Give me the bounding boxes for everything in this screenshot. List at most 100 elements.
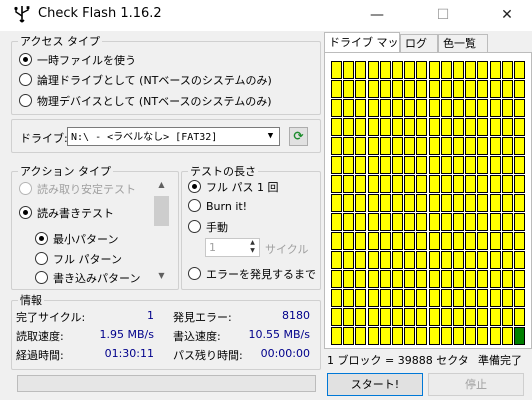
- drive-map-block: [514, 175, 525, 193]
- access-option-label: 物理デバイスとして (NTベースのシステムのみ): [37, 95, 272, 108]
- radio-indicator[interactable]: [19, 206, 32, 219]
- drive-map-block: [465, 61, 476, 79]
- access-option-temp-file[interactable]: 一時ファイルを使う: [19, 52, 136, 68]
- usb-icon: [14, 6, 30, 23]
- drive-map-block: [502, 118, 513, 136]
- drive-map-block: [502, 251, 513, 269]
- drive-map-block: [355, 327, 366, 345]
- drive-map-block: [453, 251, 464, 269]
- length-full-pass[interactable]: フル パス 1 回: [188, 179, 279, 195]
- drive-map-block: [404, 232, 415, 250]
- drive-map-block: [429, 61, 440, 79]
- radio-indicator[interactable]: [188, 267, 201, 280]
- radio-indicator[interactable]: [35, 232, 48, 245]
- chevron-down-icon[interactable]: ▼: [262, 128, 279, 145]
- action-read-stability[interactable]: 読み取り安定テスト: [19, 181, 136, 197]
- drive-map-block: [477, 156, 488, 174]
- access-option-label: 一時ファイルを使う: [37, 54, 136, 67]
- drive-map-block: [490, 99, 501, 117]
- drive-map-block: [502, 61, 513, 79]
- drive-map-block: [502, 99, 513, 117]
- drive-map-block: [477, 251, 488, 269]
- drive-map-block: [331, 137, 342, 155]
- minimize-button[interactable]: —: [354, 0, 400, 31]
- start-button[interactable]: スタート!: [327, 373, 423, 396]
- drive-select[interactable]: N:\ - <ラベルなし> [FAT32] ▼: [67, 127, 280, 146]
- block-size-text: 1 ブロック = 39888 セクタ: [327, 354, 469, 367]
- drive-map-block: [429, 251, 440, 269]
- radio-indicator[interactable]: [19, 94, 32, 107]
- drive-map-block: [380, 80, 391, 98]
- drive-map-block: [392, 118, 403, 136]
- radio-indicator[interactable]: [19, 182, 32, 195]
- radio-indicator[interactable]: [188, 199, 201, 212]
- drive-map-block: [355, 308, 366, 326]
- drive-map-block: [380, 213, 391, 231]
- drive-map-block: [429, 99, 440, 117]
- drive-map-block: [514, 80, 525, 98]
- drive-map-block: [331, 175, 342, 193]
- drive-map-block: [416, 118, 427, 136]
- drive-map-block: [429, 232, 440, 250]
- radio-indicator[interactable]: [35, 271, 48, 284]
- tab-color-list[interactable]: 色一覧: [438, 34, 488, 52]
- title-bar: Check Flash 1.16.2 — ☐ ✕: [0, 0, 532, 31]
- drive-map-block: [429, 213, 440, 231]
- write-speed-label: 書込速度:: [173, 330, 221, 343]
- drive-map-block: [477, 99, 488, 117]
- pattern-label: フル パターン: [53, 253, 122, 266]
- drive-map-block: [465, 232, 476, 250]
- drive-map-block: [380, 308, 391, 326]
- drive-map-block: [429, 137, 440, 155]
- tab-drive-map[interactable]: ドライブ マップ: [324, 32, 410, 53]
- pattern-write[interactable]: 書き込みパターン: [35, 270, 140, 286]
- drive-map-block: [514, 99, 525, 117]
- drive-map-block: [404, 175, 415, 193]
- tab-log[interactable]: ログ: [400, 34, 438, 52]
- length-manual[interactable]: 手動: [188, 219, 228, 235]
- drive-map-block: [490, 194, 501, 212]
- radio-indicator[interactable]: [19, 73, 32, 86]
- length-until-error[interactable]: エラーを発見するまで: [188, 266, 316, 282]
- drive-map-block: [465, 118, 476, 136]
- drive-map-block: [392, 137, 403, 155]
- drive-map-block: [514, 232, 525, 250]
- spinner-arrows-icon[interactable]: ▲ ▼: [246, 239, 259, 256]
- scroll-up-icon[interactable]: ▲: [153, 176, 170, 193]
- drive-map-block: [514, 137, 525, 155]
- refresh-drives-button[interactable]: ⟳: [289, 127, 308, 146]
- length-label: エラーを発見するまで: [206, 268, 316, 281]
- drive-map-block: [404, 213, 415, 231]
- action-scrollbar[interactable]: ▲ ▼: [153, 176, 170, 284]
- drive-map-block: [490, 213, 501, 231]
- drive-map-block: [514, 270, 525, 288]
- drive-map-block: [355, 289, 366, 307]
- length-label: フル パス 1 回: [206, 181, 279, 194]
- drive-map-block: [453, 194, 464, 212]
- drive-map-block: [368, 194, 379, 212]
- scrollbar-thumb[interactable]: [154, 196, 169, 226]
- close-button[interactable]: ✕: [484, 0, 530, 31]
- drive-map-block: [343, 99, 354, 117]
- radio-indicator[interactable]: [188, 180, 201, 193]
- drive-map-block: [380, 175, 391, 193]
- length-burn-it[interactable]: Burn it!: [188, 199, 247, 213]
- action-read-write[interactable]: 読み書きテスト: [19, 205, 114, 221]
- cycles-spinner[interactable]: 1 ▲ ▼: [205, 238, 260, 257]
- drive-map-block: [477, 61, 488, 79]
- radio-indicator[interactable]: [188, 220, 201, 233]
- pattern-minimal[interactable]: 最小パターン: [35, 231, 118, 247]
- radio-indicator[interactable]: [35, 252, 48, 265]
- access-option-logical-drive[interactable]: 論理ドライブとして (NTベースのシステムのみ): [19, 72, 272, 88]
- drive-map-block: [490, 327, 501, 345]
- maximize-button[interactable]: ☐: [420, 0, 466, 31]
- drive-map-block: [404, 61, 415, 79]
- stop-button[interactable]: 停止: [428, 373, 524, 396]
- access-option-physical-device[interactable]: 物理デバイスとして (NTベースのシステムのみ): [19, 93, 272, 109]
- scroll-down-icon[interactable]: ▼: [153, 267, 170, 284]
- pattern-full[interactable]: フル パターン: [35, 251, 122, 267]
- test-length-legend: テストの長さ: [190, 165, 256, 178]
- drive-map-block: [368, 308, 379, 326]
- drive-map-block: [441, 175, 452, 193]
- radio-indicator[interactable]: [19, 53, 32, 66]
